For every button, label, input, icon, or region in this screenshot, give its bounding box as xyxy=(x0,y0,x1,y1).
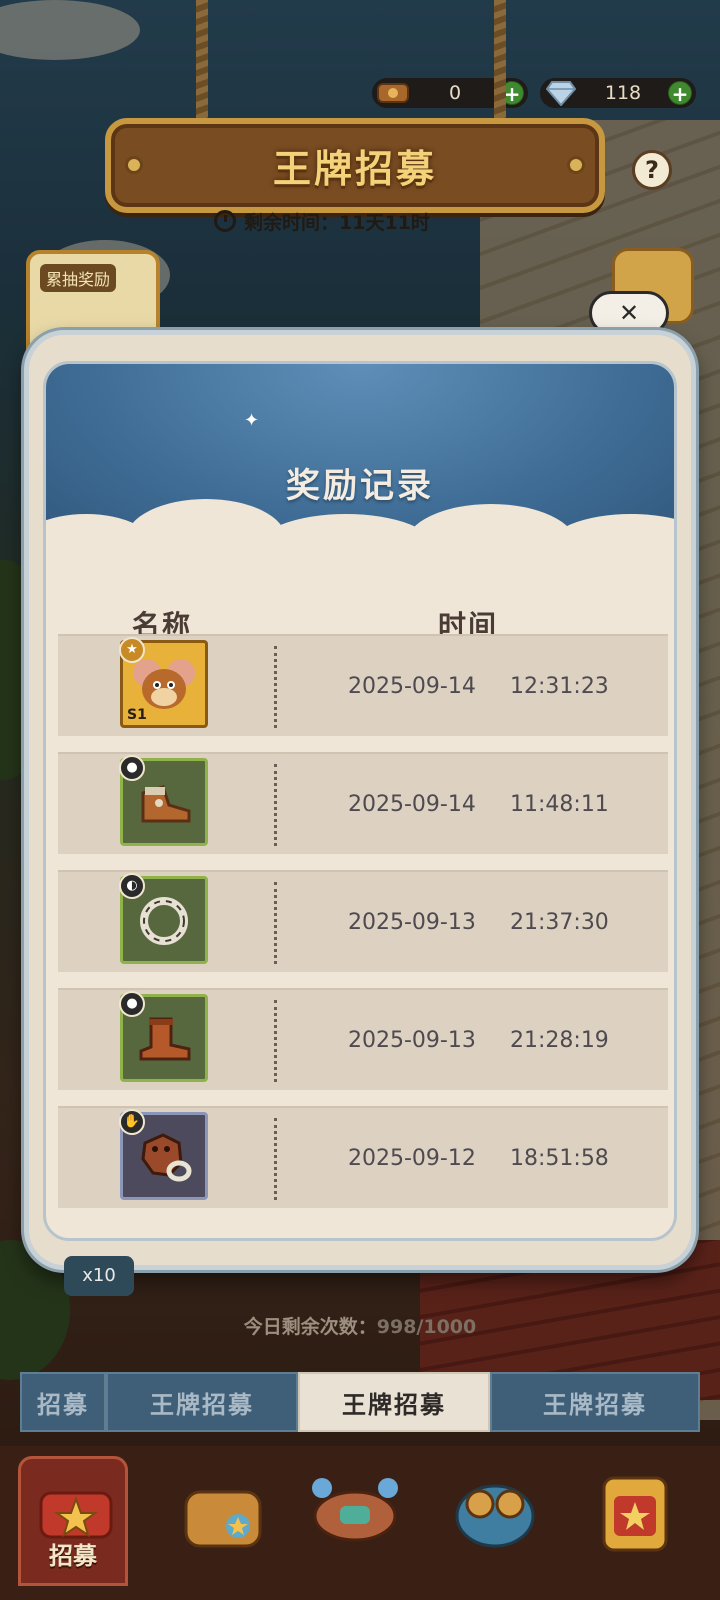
record-time: 12:31:23 xyxy=(510,674,609,699)
title-sign: 王牌招募 xyxy=(105,118,605,213)
row-divider xyxy=(274,1000,277,1082)
nail-icon xyxy=(125,156,143,174)
row-divider xyxy=(274,764,277,846)
record-date: 2025-09-14 xyxy=(348,792,476,817)
rope-left xyxy=(196,0,208,120)
daily-remaining-value: 998/1000 xyxy=(376,1316,477,1338)
shoe-item-icon[interactable]: ● xyxy=(119,755,208,846)
category-badge-icon: ● xyxy=(119,991,145,1017)
row-divider xyxy=(274,1118,277,1200)
nav-goggles[interactable] xyxy=(440,1456,550,1586)
help-button[interactable]: ? xyxy=(632,150,672,190)
jerry-s1-portrait-icon[interactable]: S1 ★ xyxy=(119,637,208,728)
recruit-tab-bar: 招募 王牌招募 王牌招募 王牌招募 xyxy=(20,1372,700,1432)
nav-star-box[interactable] xyxy=(580,1456,690,1586)
nail-icon xyxy=(567,156,585,174)
glove-item-icon[interactable]: ✋ xyxy=(119,1109,208,1200)
treasure-box-icon xyxy=(178,1466,268,1556)
record-row: ● 2025-09-13 21:28:19 xyxy=(58,988,668,1090)
record-date: 2025-09-12 xyxy=(348,1146,476,1171)
coin-value: 0 xyxy=(448,82,462,104)
nav-treasure[interactable] xyxy=(168,1456,278,1586)
record-time: 18:51:58 xyxy=(510,1146,609,1171)
bottom-navigation: 招募 xyxy=(0,1446,720,1600)
tab-ace-recruit-2[interactable]: 王牌招募 xyxy=(298,1372,490,1432)
record-time: 21:37:30 xyxy=(510,910,609,935)
page-title: 王牌招募 xyxy=(272,147,437,191)
tier-badge: S1 xyxy=(127,707,147,723)
reward-record-dialog: ✦ 奖励记录 名称 时间 S1 ★ 2025-09-14 12:31:23 ● … xyxy=(24,330,696,1270)
category-badge-icon: ◐ xyxy=(119,873,145,899)
tab-recruit[interactable]: 招募 xyxy=(20,1372,106,1432)
daily-remaining: 今日剩余次数：998/1000 xyxy=(0,1312,720,1339)
record-row: ✋ 2025-09-12 18:51:58 xyxy=(58,1106,668,1208)
dialog-content: ✦ 奖励记录 名称 时间 S1 ★ 2025-09-14 12:31:23 ● … xyxy=(43,361,677,1241)
category-badge-icon: ✋ xyxy=(119,1109,145,1135)
boot-item-icon[interactable]: ● xyxy=(119,991,208,1082)
add-diamond-button[interactable]: + xyxy=(668,81,692,106)
goggles-icon xyxy=(450,1466,540,1556)
record-date: 2025-09-13 xyxy=(348,1028,476,1053)
diamond-icon xyxy=(544,80,578,106)
gift-button[interactable]: ✕ xyxy=(589,248,694,335)
record-date: 2025-09-14 xyxy=(348,674,476,699)
record-row: S1 ★ 2025-09-14 12:31:23 xyxy=(58,634,668,736)
character-badge-icon: ★ xyxy=(119,637,145,663)
tab-ace-recruit-1[interactable]: 王牌招募 xyxy=(106,1372,298,1432)
diamond-counter: 118 + xyxy=(540,78,696,108)
record-row: ● 2025-09-14 11:48:11 xyxy=(58,752,668,854)
draw-ten-button[interactable]: x10 xyxy=(64,1256,134,1296)
category-badge-icon: ● xyxy=(119,755,145,781)
record-time: 21:28:19 xyxy=(510,1028,609,1053)
row-divider xyxy=(274,646,277,728)
record-row: ◐ 2025-09-13 21:37:30 xyxy=(58,870,668,972)
timer-text: 剩余时间：11天11时 xyxy=(244,211,430,234)
machine-icon xyxy=(310,1466,400,1556)
star-icon: ✦ xyxy=(244,410,260,431)
close-bubble-icon[interactable]: ✕ xyxy=(589,291,669,335)
countdown-timer: 剩余时间：11天11时 xyxy=(214,206,430,236)
record-date: 2025-09-13 xyxy=(348,910,476,935)
cumulative-reward-label: 累抽奖励 xyxy=(40,264,117,292)
nav-recruit[interactable]: 招募 xyxy=(18,1456,128,1586)
record-list: S1 ★ 2025-09-14 12:31:23 ● 2025-09-14 11… xyxy=(58,634,668,1224)
rope-right xyxy=(494,0,506,120)
bone-ring-icon[interactable]: ◐ xyxy=(119,873,208,964)
nav-machine[interactable] xyxy=(300,1456,410,1586)
diamond-value: 118 xyxy=(604,82,642,104)
star-box-icon xyxy=(590,1466,680,1556)
daily-remaining-label: 今日剩余次数： xyxy=(243,1316,377,1338)
nav-recruit-label: 招募 xyxy=(49,1542,97,1570)
record-time: 11:48:11 xyxy=(510,792,609,817)
dialog-title: 奖励记录 xyxy=(286,466,434,506)
coin-icon xyxy=(376,80,410,106)
clock-icon xyxy=(214,210,236,232)
row-divider xyxy=(274,882,277,964)
tab-ace-recruit-3[interactable]: 王牌招募 xyxy=(490,1372,700,1432)
